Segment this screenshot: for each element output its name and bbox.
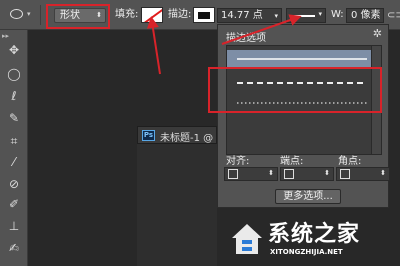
stroke-options-panel: 描边选项 ✲ 对齐: 端点: 角点: ⬍ ⬍ ⬍ 更多选项... (217, 24, 390, 208)
align-label: 对齐: (226, 156, 250, 167)
quick-select-icon[interactable]: ✎ (6, 110, 22, 126)
ellipse-marquee-icon[interactable]: ◯ (6, 66, 22, 82)
chevron-down-icon[interactable]: ▾ (27, 10, 31, 18)
ps-logo-icon: Ps (142, 130, 155, 141)
watermark-logo-icon (232, 224, 262, 254)
stroke-style-solid[interactable] (227, 50, 372, 68)
solid-line-preview (291, 15, 315, 17)
collapse-icon[interactable]: ▸▸ (2, 32, 9, 40)
stroke-label: 描边: (168, 9, 192, 20)
document-tab[interactable]: Ps 未标题-1 @ 10 (137, 126, 229, 144)
corners-select[interactable]: ⬍ (336, 167, 390, 181)
solid-line-preview (237, 58, 367, 60)
caps-select[interactable]: ⬍ (280, 167, 334, 181)
width-value: 0 像素 (351, 10, 381, 21)
updown-arrow-icon: ⬍ (268, 169, 274, 177)
brush-icon[interactable]: ✐ (6, 196, 22, 212)
align-select[interactable]: ⬍ (224, 167, 278, 181)
stroke-width-input[interactable]: 14.77 点 ▾ (217, 8, 282, 23)
stroke-color-preview (198, 12, 210, 19)
chevron-down-icon: ▾ (318, 10, 322, 18)
updown-arrow-icon: ⬍ (324, 169, 330, 177)
watermark-text: 系统之家 (268, 222, 361, 247)
stroke-list-highlight-box (208, 67, 382, 113)
caps-label: 端点: (280, 156, 304, 167)
healing-brush-icon[interactable]: ⊘ (6, 176, 22, 192)
move-tool-icon[interactable]: ✥ (6, 42, 22, 58)
document-canvas[interactable] (137, 144, 217, 266)
stroke-swatch[interactable] (193, 7, 215, 23)
w-label: W: (331, 9, 344, 20)
panel-title: 描边选项 (226, 33, 266, 44)
history-brush-icon[interactable]: ✍ (6, 240, 22, 256)
photoshop-window: ▾ 形状 ⬍ 填充: 描边: 14.77 点 ▾ ▾ W: 0 像素 ⊂⊃ ▸▸… (0, 0, 400, 266)
gear-icon[interactable]: ✲ (373, 27, 382, 40)
corners-label: 角点: (338, 156, 362, 167)
cap-icon (284, 169, 294, 179)
fill-label: 填充: (115, 9, 139, 20)
ellipse-tool-icon[interactable] (10, 9, 23, 19)
chevron-down-icon[interactable]: ▾ (274, 10, 278, 23)
watermark: 系统之家 XITONGZHIJIA.NET (228, 214, 396, 262)
more-options-button[interactable]: 更多选项... (275, 189, 341, 204)
width-input[interactable]: 0 像素 (346, 8, 384, 23)
align-inside-icon (228, 169, 238, 179)
stroke-width-value: 14.77 点 (221, 10, 263, 21)
lasso-icon[interactable]: ℓ (6, 88, 22, 104)
updown-arrow-icon: ⬍ (380, 169, 386, 177)
watermark-url: XITONGZHIJIA.NET (270, 248, 343, 256)
tools-panel: ▸▸ ✥ ◯ ℓ ✎ ⌗ ⁄ ⊘ ✐ ⊥ ✍ (0, 30, 28, 266)
mode-highlight-box (46, 4, 110, 29)
no-fill-slash-icon (142, 8, 162, 22)
fill-swatch[interactable] (141, 7, 163, 23)
eyedropper-icon[interactable]: ⁄ (6, 154, 22, 170)
link-icon[interactable]: ⊂⊃ (387, 10, 400, 21)
separator (40, 5, 41, 25)
crop-icon[interactable]: ⌗ (6, 133, 22, 149)
stroke-type-select[interactable]: ▾ (286, 8, 326, 23)
corner-icon (340, 169, 350, 179)
clone-stamp-icon[interactable]: ⊥ (6, 218, 22, 234)
